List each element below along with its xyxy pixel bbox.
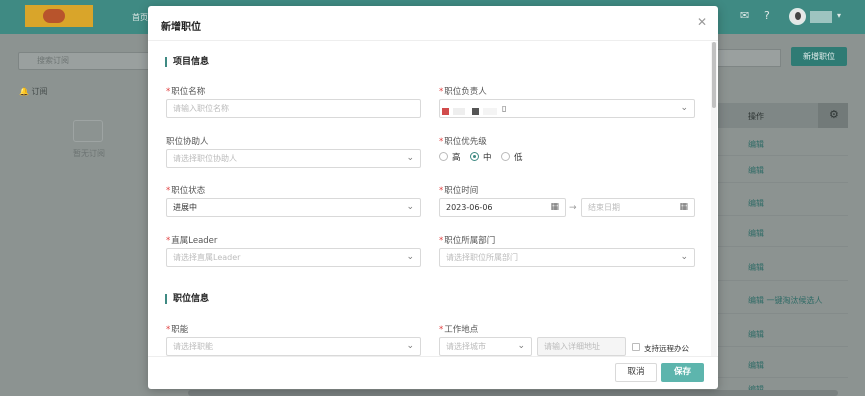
priority-high-label[interactable]: 高	[452, 151, 461, 163]
close-icon[interactable]: ✕	[697, 15, 707, 29]
mail-icon[interactable]: ✉	[740, 10, 749, 22]
position-priority-label: *职位优先级	[439, 137, 487, 147]
position-status-select[interactable]: 进展中 ⌄	[166, 198, 421, 217]
footer-divider	[148, 356, 718, 357]
priority-low-radio[interactable]	[501, 152, 510, 161]
calendar-icon[interactable]: ▦	[550, 201, 559, 214]
department-placeholder: 请选择职位所属部门	[446, 253, 518, 262]
start-date-input[interactable]: 2023-06-06 ▦	[439, 198, 566, 217]
date-range-arrow-icon: →	[569, 203, 577, 213]
position-assistant-placeholder: 请选择职位协助人	[173, 154, 237, 163]
dialog-title: 新增职位	[161, 22, 201, 33]
cancel-button[interactable]: 取消	[615, 363, 657, 382]
horizontal-scrollbar[interactable]	[188, 390, 838, 396]
row-divider	[718, 246, 848, 247]
department-label: *职位所属部门	[439, 236, 496, 246]
subscription-search-input[interactable]: 搜索订阅	[18, 52, 150, 70]
gear-icon[interactable]: ⚙	[829, 109, 839, 121]
function-select[interactable]: 请选择职能 ⌄	[166, 337, 421, 356]
function-label: *职能	[166, 325, 189, 335]
start-date-value: 2023-06-06	[446, 203, 493, 212]
position-search-input[interactable]	[718, 49, 781, 67]
user-name[interactable]	[810, 11, 832, 23]
end-date-input[interactable]: 结束日期 ▦	[581, 198, 695, 217]
row-edit-link[interactable]: 编辑	[748, 139, 764, 150]
row-edit-link[interactable]: 编辑	[748, 165, 764, 176]
direct-leader-label: *直属Leader	[166, 236, 218, 246]
position-owner-select[interactable]: ▯ ⌄	[439, 99, 695, 118]
subscribe-heading: 🔔 订阅	[19, 87, 48, 96]
direct-leader-placeholder: 请选择直属Leader	[173, 253, 241, 262]
owner-tag	[483, 108, 497, 115]
position-status-label: *职位状态	[166, 186, 206, 196]
priority-medium-label[interactable]: 中	[483, 151, 492, 163]
work-location-label: *工作地点	[439, 325, 479, 335]
empty-text: 暂无订阅	[73, 149, 105, 158]
function-placeholder: 请选择职能	[173, 342, 213, 351]
calendar-icon[interactable]: ▦	[679, 201, 688, 214]
position-status-value: 进展中	[173, 203, 197, 212]
position-owner-label: *职位负责人	[439, 87, 487, 97]
empty-inbox-icon	[73, 120, 103, 142]
row-divider	[718, 346, 848, 347]
row-edit-link[interactable]: 编辑	[748, 262, 764, 273]
save-button[interactable]: 保存	[661, 363, 704, 382]
position-name-input[interactable]: 请输入职位名称	[166, 99, 421, 118]
row-divider	[718, 155, 848, 156]
priority-low-label[interactable]: 低	[514, 151, 523, 163]
row-divider	[718, 182, 848, 183]
row-divider	[718, 280, 848, 281]
chevron-down-icon[interactable]: ⌄	[406, 251, 414, 264]
chevron-down-icon[interactable]: ⌄	[406, 152, 414, 165]
dialog-scrollbar-thumb[interactable]	[712, 42, 716, 108]
row-edit-link[interactable]: 编辑	[748, 198, 764, 209]
row-divider	[718, 215, 848, 216]
nav-item-home[interactable]: 首页	[132, 12, 148, 23]
remote-work-checkbox[interactable]	[632, 343, 640, 351]
help-icon[interactable]: ?	[764, 10, 770, 22]
city-placeholder: 请选择城市	[446, 342, 486, 351]
chevron-down-icon[interactable]: ⌄	[680, 251, 688, 264]
position-assistant-label: 职位协助人	[166, 137, 209, 147]
dialog-header: 新增职位 ✕	[148, 6, 718, 41]
owner-value: ▯	[502, 104, 507, 113]
section-position-info: 职位信息	[165, 294, 209, 304]
city-select[interactable]: 请选择城市 ⌄	[439, 337, 532, 356]
owner-tag	[442, 108, 449, 115]
row-divider	[718, 377, 848, 378]
owner-tag	[453, 108, 465, 115]
position-time-label: *职位时间	[439, 186, 479, 196]
brand-logo[interactable]	[25, 5, 93, 27]
row-edit-link[interactable]: 编辑	[748, 329, 764, 340]
chevron-down-icon[interactable]: ⌄	[517, 340, 525, 353]
operation-column-header: 操作	[748, 112, 764, 121]
position-assistant-select[interactable]: 请选择职位协助人 ⌄	[166, 149, 421, 168]
priority-high-radio[interactable]	[439, 152, 448, 161]
end-date-placeholder: 结束日期	[588, 203, 620, 212]
department-select[interactable]: 请选择职位所属部门 ⌄	[439, 248, 695, 267]
remote-work-label[interactable]: 支持远程办公	[644, 343, 689, 354]
new-position-dialog: 新增职位 ✕ 项目信息 *职位名称 请输入职位名称 *职位负责人 ▯ ⌄ 职位协…	[148, 6, 718, 389]
chevron-down-icon[interactable]: ▾	[837, 11, 841, 20]
priority-medium-radio[interactable]	[470, 152, 479, 161]
position-name-label: *职位名称	[166, 87, 206, 97]
row-edit-link[interactable]: 编辑	[748, 360, 764, 371]
section-project-info: 项目信息	[165, 57, 209, 67]
chevron-down-icon[interactable]: ⌄	[406, 340, 414, 353]
row-edit-link[interactable]: 编辑 一键淘汰候选人	[748, 295, 823, 306]
row-divider	[718, 313, 848, 314]
new-position-button[interactable]: 新增职位	[791, 47, 847, 66]
user-avatar[interactable]	[789, 8, 806, 25]
chevron-down-icon[interactable]: ⌄	[406, 201, 414, 214]
row-edit-link[interactable]: 编辑	[748, 228, 764, 239]
owner-tag	[472, 108, 479, 115]
chevron-down-icon[interactable]: ⌄	[680, 102, 688, 115]
address-input[interactable]: 请输入详细地址	[537, 337, 626, 356]
direct-leader-select[interactable]: 请选择直属Leader ⌄	[166, 248, 421, 267]
